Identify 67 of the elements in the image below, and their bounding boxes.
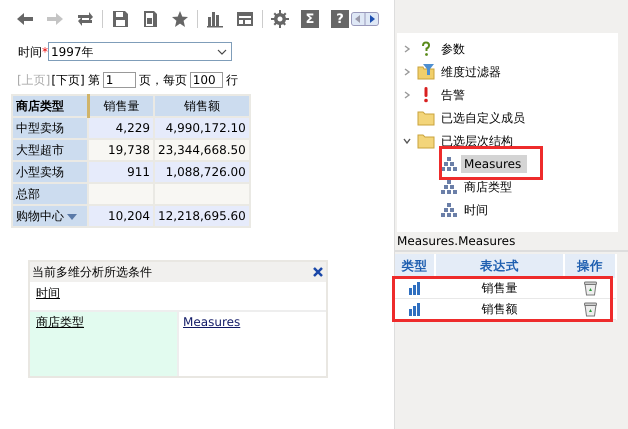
table-cell: 4,990,172.10 [166,121,246,135]
collapse-caret-icon[interactable] [403,136,411,144]
hierarchy-icon [441,156,457,172]
filter-dimension-link[interactable]: 时间 [36,286,60,300]
folder-icon [417,132,435,150]
table-cell: 19,738 [108,143,150,157]
filter-label: 时间 [18,44,42,60]
tree-item[interactable]: 告警 [441,86,465,104]
expand-caret-icon[interactable] [403,90,411,98]
hierarchy-icon [441,178,457,194]
table-cell: 1,088,726.00 [166,165,246,179]
back-icon[interactable] [16,10,34,28]
folder-icon [417,108,435,126]
column-header: 商店类型 [12,95,88,117]
table-cell: 12,218,695.60 [158,209,246,223]
exclamation-icon [423,86,429,102]
document-icon[interactable] [141,10,159,28]
column-header: 操作 [564,254,616,278]
required-mark: * [42,44,48,60]
expression-cell: 销售额 [482,302,518,316]
table-cell: 4,229 [116,121,150,135]
panel-title: 当前多维分析所选条件 [32,264,152,281]
column-header: 类型 [395,254,435,278]
bar-chart-icon[interactable] [206,10,224,28]
trash-icon[interactable] [584,302,597,316]
page-label: 第 [88,72,100,89]
page-field[interactable]: 1 [102,72,136,88]
column-header: 销售额 [154,95,250,117]
tree-item[interactable]: 已选自定义成员 [441,108,525,126]
page-label: 页，每页 [138,72,187,89]
expand-caret-icon[interactable] [403,68,411,76]
column-header: 表达式 [434,254,564,278]
rows-per-page-field[interactable]: 100 [190,72,223,88]
section-title: Measures.Measures [397,233,516,250]
refresh-icon[interactable] [76,10,94,28]
rows-label: 行 [226,72,238,89]
save-icon[interactable] [111,10,129,28]
toolbar-button[interactable]: Σ [301,10,319,28]
table-cell: 10,204 [108,209,150,223]
time-select[interactable]: 1997年 [48,42,232,61]
next-page-link[interactable]: [下页] [51,71,85,89]
chevron-down-icon [217,48,227,54]
bar-chart-icon [408,281,422,295]
toolbar-button[interactable]: ? [331,10,349,28]
bar-chart-icon [408,302,422,316]
star-icon[interactable] [171,10,189,28]
hierarchy-icon [441,202,457,218]
layout-icon[interactable] [236,10,254,28]
table-cell: 911 [127,165,150,179]
dropdown-icon[interactable] [67,214,77,220]
column-header: 销售量 [88,95,154,117]
tree-item[interactable]: Measures [461,154,528,172]
settings-icon[interactable] [271,10,289,28]
scroll-arrows-icon[interactable] [351,12,379,26]
column-dimension-link[interactable]: Measures [183,315,240,329]
expression-cell: 销售量 [482,281,518,295]
expand-caret-icon[interactable] [403,44,411,52]
row-dimension-link[interactable]: 商店类型 [36,315,84,329]
table-cell: 23,344,668.50 [158,143,246,157]
close-icon[interactable] [313,267,323,277]
trash-icon[interactable] [584,280,597,296]
tree-item[interactable]: 商店类型 [461,178,518,196]
filter-folder-icon [417,62,435,80]
tree-item[interactable]: 维度过滤器 [441,62,501,80]
question-icon [421,40,431,56]
tree-item[interactable]: 时间 [461,200,494,218]
tree-item[interactable]: 参数 [441,40,465,58]
